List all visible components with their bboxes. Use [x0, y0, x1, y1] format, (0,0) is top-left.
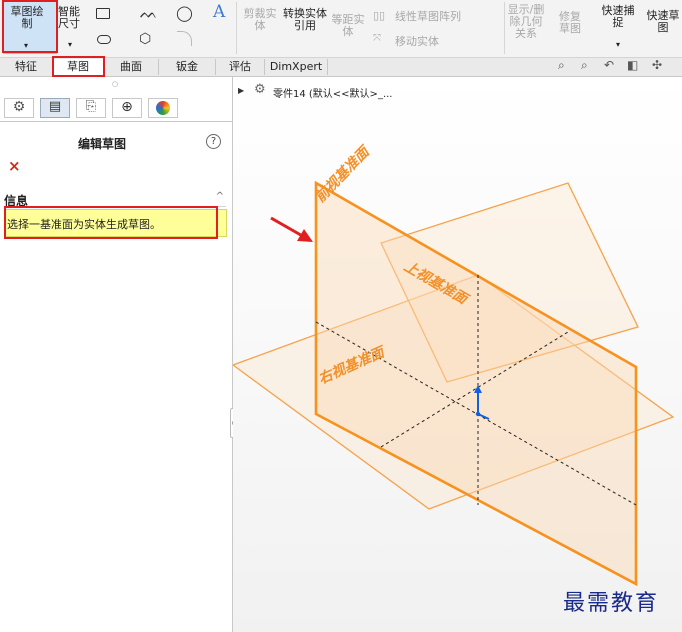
- collapse-caret-icon: ^: [215, 191, 224, 202]
- panel-title: 编辑草图: [78, 137, 127, 151]
- command-manager-ribbon: 草图绘制 ▾ 智能尺寸 ▾ ᨓ ◯ A ⬡ 剪裁实体 转换实体引用 等距实体 ▯…: [0, 0, 682, 58]
- display-delete-relations-button[interactable]: 显示/删除几何关系: [507, 4, 545, 40]
- panel-splitter-icon: ○: [112, 80, 119, 88]
- zoom-to-fit-icon[interactable]: ⌕: [558, 58, 565, 73]
- rectangle-tool[interactable]: [96, 8, 110, 19]
- tab-evaluate[interactable]: 评估: [216, 59, 265, 75]
- dimxpert-manager-tab[interactable]: ⊕: [112, 98, 142, 118]
- polygon-tool[interactable]: ⬡: [139, 31, 151, 47]
- display-manager-tab[interactable]: [148, 98, 178, 118]
- linear-sketch-pattern-button[interactable]: 线性草图阵列: [395, 11, 461, 23]
- chevron-down-icon: ▾: [68, 40, 73, 49]
- ellipse-tool[interactable]: ◯: [176, 4, 193, 22]
- zoom-area-icon[interactable]: ⌕: [581, 58, 588, 73]
- sketch-tab-highlight-box: [52, 56, 105, 77]
- spline-tool[interactable]: ᨓ: [140, 4, 158, 22]
- front-plane-label: 前视基准面: [312, 141, 375, 205]
- panel-tab-bar: ⚙ ▤ ⎘ ⊕: [0, 95, 232, 122]
- quick-sketch-button[interactable]: 快速草图: [646, 10, 680, 34]
- feature-tree-tab[interactable]: ⚙: [4, 98, 34, 118]
- sketch-highlight-box: [2, 0, 58, 53]
- view-orientation-icon[interactable]: ✣: [652, 58, 662, 72]
- property-manager-panel: ○ ⚙ ▤ ⎘ ⊕ 编辑草图 ? × 信息 ^ 选择一基准面为实体生成草图。: [0, 77, 233, 632]
- trim-entities-button[interactable]: 剪裁实体: [243, 8, 277, 32]
- chevron-down-icon: ▾: [616, 40, 621, 49]
- info-section-header[interactable]: 信息 ^: [4, 191, 226, 208]
- appearance-ball-icon: [156, 101, 170, 115]
- section-view-icon[interactable]: ◧: [627, 58, 638, 72]
- quick-snaps-button[interactable]: 快速捕捉: [600, 5, 636, 29]
- tab-surfaces[interactable]: 曲面: [104, 59, 159, 75]
- offset-entities-button[interactable]: 等距实体: [331, 14, 365, 38]
- help-icon[interactable]: ?: [206, 134, 221, 149]
- move-entities-icon: ⤧: [373, 33, 381, 44]
- move-entities-button[interactable]: 移动实体: [395, 36, 439, 48]
- fillet-tool[interactable]: [177, 31, 192, 46]
- smart-dimension-label: 智能尺寸: [58, 5, 80, 30]
- convert-entities-button[interactable]: 转换实体引用: [283, 8, 327, 32]
- graphics-area[interactable]: ▶ ⚙ 零件14 (默认<<默认>_... 前视基准面 上视基准面 右视基准面 …: [233, 77, 682, 632]
- tab-sheet-metal[interactable]: 钣金: [159, 59, 216, 75]
- property-manager-tab[interactable]: ▤: [40, 98, 70, 118]
- origin-point[interactable]: [475, 411, 481, 417]
- configuration-manager-tab[interactable]: ⎘: [76, 98, 106, 118]
- slot-tool[interactable]: [97, 35, 111, 44]
- previous-view-icon[interactable]: ↶: [604, 58, 614, 72]
- command-tabs: 特征 草图 曲面 钣金 评估 DimXpert ⌕ ⌕ ↶ ◧ ✣: [0, 56, 682, 77]
- tab-dimxpert[interactable]: DimXpert: [265, 59, 328, 75]
- reference-planes-drawing: 前视基准面 上视基准面 右视基准面: [233, 141, 675, 587]
- cancel-button[interactable]: ×: [8, 157, 21, 175]
- repair-sketch-button[interactable]: 修复草图: [554, 11, 586, 35]
- linear-pattern-icon: ▯▯: [373, 9, 386, 22]
- smart-dimension-button[interactable]: 智能尺寸 ▾: [58, 0, 88, 52]
- tab-features[interactable]: 特征: [0, 59, 53, 75]
- watermark-text: 最需教育: [563, 591, 660, 616]
- text-tool[interactable]: A: [213, 2, 225, 22]
- info-highlight-box: [4, 206, 218, 239]
